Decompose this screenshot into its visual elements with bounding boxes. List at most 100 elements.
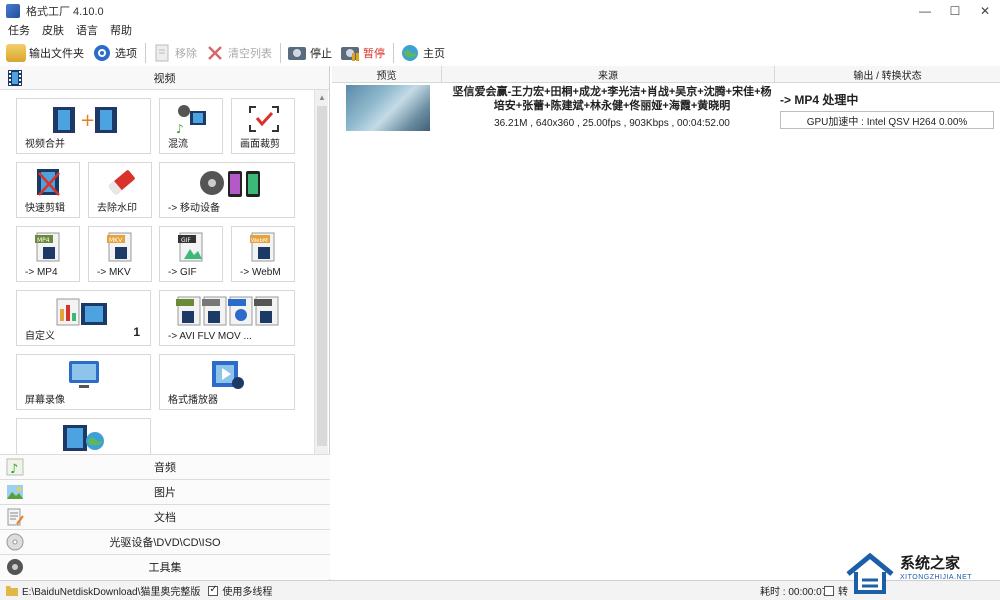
category-optical[interactable]: 光驱设备\DVD\CD\ISO <box>0 529 330 554</box>
scissors-film-icon <box>37 169 60 196</box>
scroll-up-icon[interactable]: ▲ <box>315 90 329 104</box>
output-path[interactable]: E:\BaiduNetdiskDownload\猫里奥完整版 <box>22 583 200 598</box>
home-label: 主页 <box>423 48 445 60</box>
remove-icon <box>152 44 172 62</box>
toolbar-divider <box>393 43 394 63</box>
tiles-scrollbar[interactable]: ▲ ▼ <box>314 90 328 478</box>
menu-help[interactable]: 帮助 <box>110 22 132 38</box>
tile-player-label: 格式播放器 <box>168 395 218 406</box>
options-label: 选项 <box>115 48 137 60</box>
toolset-icon <box>7 559 23 575</box>
toolbar-divider <box>145 43 146 63</box>
eraser-icon <box>107 170 135 196</box>
tile-mobile-device[interactable]: -> 移动设备 <box>159 162 295 218</box>
tile-remove-watermark-label: 去除水印 <box>97 203 137 214</box>
video-globe-icon <box>63 425 104 451</box>
webm-file-icon: WebM <box>250 232 275 262</box>
tile-mux[interactable]: ♪ 混流 <box>159 98 223 154</box>
task-list: 预览 来源 输出 / 转换状态 坚信爱会赢-王力宏+田桐+成龙+李光洁+肖战+吴… <box>332 66 1000 580</box>
video-tools-grid: + 视频合并 ♪ 混流 画面裁剪 快速剪辑 去除水印 -> 移动设备 MP4 -… <box>0 90 314 478</box>
svg-text:GIF: GIF <box>181 237 191 244</box>
crop-icon <box>249 106 279 132</box>
svg-text:WebM: WebM <box>251 238 268 244</box>
column-output-status[interactable]: 输出 / 转换状态 <box>775 66 1000 82</box>
tile-to-mp4[interactable]: MP4 -> MP4 <box>16 226 80 282</box>
home-button[interactable]: 主页 <box>400 41 445 65</box>
folder-icon <box>6 586 18 596</box>
tile-screen-record-label: 屏幕录像 <box>25 395 65 406</box>
multithread-checkbox[interactable] <box>208 584 219 596</box>
tile-to-gif-label: -> GIF <box>168 267 197 278</box>
tile-crop-label: 画面裁剪 <box>240 139 280 150</box>
category-picture[interactable]: 图片 <box>0 479 330 504</box>
svg-text:♪: ♪ <box>176 122 184 135</box>
menu-task[interactable]: 任务 <box>8 22 30 38</box>
title-bar: 格式工厂 4.10.0 — ☐ ✕ <box>0 0 1000 22</box>
category-picture-label: 图片 <box>154 487 176 499</box>
tile-screen-record[interactable]: 屏幕录像 <box>16 354 151 410</box>
screen-record-icon <box>69 361 99 388</box>
tile-to-gif[interactable]: GIF -> GIF <box>159 226 223 282</box>
remove-label: 移除 <box>175 48 197 60</box>
tile-custom[interactable]: 自定义 1 <box>16 290 151 346</box>
category-document-label: 文档 <box>154 512 176 524</box>
remove-button[interactable]: 移除 <box>152 41 197 65</box>
tile-crop[interactable]: 画面裁剪 <box>231 98 295 154</box>
tile-video-merge[interactable]: + 视频合并 <box>16 98 151 154</box>
tile-player[interactable]: 格式播放器 <box>159 354 295 410</box>
function-panel: 视频 + 视频合并 ♪ 混流 画面裁剪 快速剪辑 去除水印 -> 移动设备 MP… <box>0 66 330 580</box>
output-status: -> MP4 处理中 <box>780 93 859 107</box>
tile-custom-label: 自定义 <box>25 331 55 342</box>
pause-icon <box>340 44 360 62</box>
column-preview[interactable]: 预览 <box>332 66 442 82</box>
mux-icon: ♪ <box>176 105 206 135</box>
category-list: ♪ 音频 图片 文档 光驱设备\DVD\CD\ISO 工具集 <box>0 454 330 579</box>
category-toolset[interactable]: 工具集 <box>0 554 330 579</box>
after-convert-checkbox[interactable] <box>824 585 834 596</box>
folder-icon <box>6 44 26 62</box>
source-meta: 36.21M , 640x360 , 25.00fps , 903Kbps , … <box>494 118 730 129</box>
document-icon <box>7 508 24 526</box>
task-row[interactable]: 坚信爱会赢-王力宏+田桐+成龙+李光洁+肖战+吴京+沈腾+宋佳+杨培安+张蕾+陈… <box>332 83 1000 133</box>
column-source[interactable]: 来源 <box>442 66 775 82</box>
svg-text:♪: ♪ <box>10 462 18 476</box>
scroll-thumb[interactable] <box>317 106 327 446</box>
minimize-button[interactable]: — <box>910 0 940 22</box>
mkv-file-icon: MKV <box>107 232 132 262</box>
tile-mux-label: 混流 <box>168 139 188 150</box>
app-icon <box>6 4 20 18</box>
clear-list-label: 清空列表 <box>228 48 272 60</box>
close-button[interactable]: ✕ <box>970 0 1000 22</box>
tile-to-mkv[interactable]: MKV -> MKV <box>88 226 152 282</box>
video-merge-icon: + <box>53 107 117 133</box>
category-video-header[interactable]: 视频 <box>0 66 329 90</box>
multi-format-icon <box>176 296 279 326</box>
custom-count-badge: 1 <box>133 325 140 339</box>
clear-list-button[interactable]: 清空列表 <box>205 41 272 65</box>
film-icon <box>8 70 22 86</box>
category-audio[interactable]: ♪ 音频 <box>0 454 330 479</box>
source-title: 坚信爱会赢-王力宏+田桐+成龙+李光洁+肖战+吴京+沈腾+宋佳+杨培安+张蕾+陈… <box>452 86 772 112</box>
task-list-header: 预览 来源 输出 / 转换状态 <box>332 66 1000 83</box>
multithread-label: 使用多线程 <box>222 587 273 598</box>
options-button[interactable]: 选项 <box>92 41 137 65</box>
svg-text:MP4: MP4 <box>37 237 50 244</box>
tile-avi-flv-mov[interactable]: -> AVI FLV MOV ... <box>159 290 295 346</box>
menu-bar: 任务 皮肤 语言 帮助 <box>0 22 1000 38</box>
menu-skin[interactable]: 皮肤 <box>42 22 64 38</box>
maximize-button[interactable]: ☐ <box>940 0 970 22</box>
tile-quick-cut[interactable]: 快速剪辑 <box>16 162 80 218</box>
stop-icon <box>287 44 307 62</box>
svg-text:+: + <box>80 110 95 131</box>
watermark-sub: XITONGZHIJIA.NET <box>900 574 973 581</box>
tile-remove-watermark[interactable]: 去除水印 <box>88 162 152 218</box>
tile-to-webm[interactable]: WebM -> WebM <box>231 226 295 282</box>
menu-language[interactable]: 语言 <box>76 22 98 38</box>
output-folder-button[interactable]: 输出文件夹 <box>6 41 84 65</box>
pause-button[interactable]: 暂停 <box>340 41 385 65</box>
mp4-file-icon: MP4 <box>35 232 60 262</box>
home-globe-icon <box>400 44 420 62</box>
category-document[interactable]: 文档 <box>0 504 330 529</box>
category-audio-label: 音频 <box>154 462 176 474</box>
tile-quick-cut-label: 快速剪辑 <box>25 203 65 214</box>
